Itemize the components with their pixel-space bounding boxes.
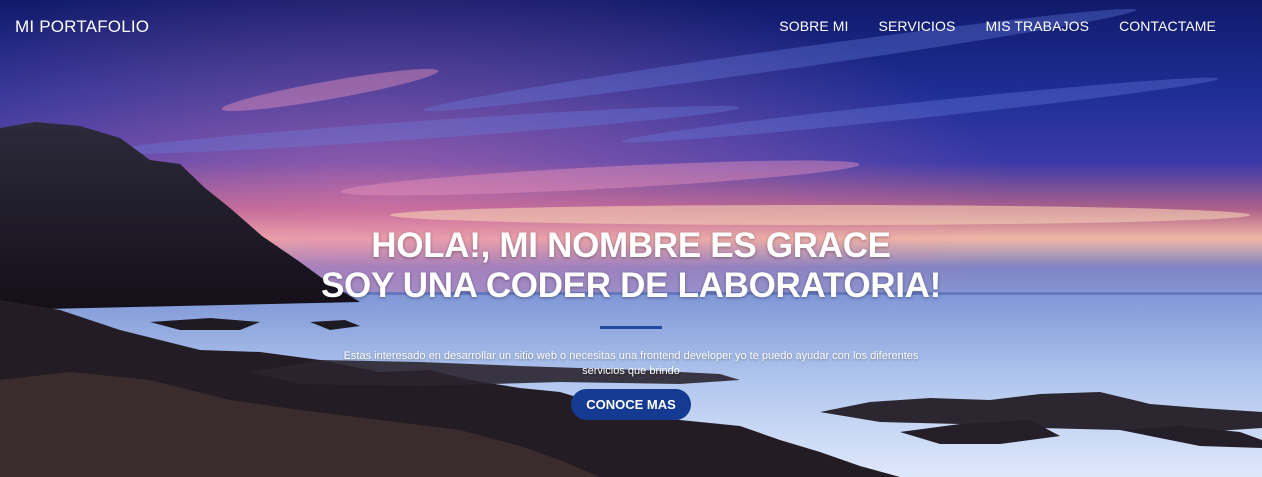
brand-logo-link[interactable]: MI PORTAFOLIO [15,17,149,37]
hero-content: HOLA!, MI NOMBRE ES GRACE SOY UNA CODER … [0,226,1262,420]
nav-menu: SOBRE MI SERVICIOS MIS TRABAJOS CONTACTA… [779,18,1216,36]
headline-line-1: HOLA!, MI NOMBRE ES GRACE [371,226,891,265]
conoce-mas-button[interactable]: CONOCE MAS [571,389,691,420]
headline-line-2: SOY UNA CODER DE LABORATORIA! [320,266,942,305]
nav-item-sobre-mi: SOBRE MI [779,18,848,36]
nav-item-servicios: SERVICIOS [879,18,956,36]
nav-link-contactame[interactable]: CONTACTAME [1119,18,1216,34]
nav-link-mis-trabajos[interactable]: MIS TRABAJOS [985,18,1089,34]
headline-divider [600,326,662,329]
hero-headline: HOLA!, MI NOMBRE ES GRACE SOY UNA CODER … [0,226,1262,306]
top-navbar: MI PORTAFOLIO SOBRE MI SERVICIOS MIS TRA… [0,0,1262,54]
nav-link-servicios[interactable]: SERVICIOS [879,18,956,34]
hero-description: Estas interesado en desarrollar un sitio… [343,350,919,377]
nav-item-mis-trabajos: MIS TRABAJOS [985,18,1089,36]
nav-link-sobre-mi[interactable]: SOBRE MI [779,18,848,34]
hero-section: MI PORTAFOLIO SOBRE MI SERVICIOS MIS TRA… [0,0,1262,477]
nav-item-contactame: CONTACTAME [1119,18,1216,36]
